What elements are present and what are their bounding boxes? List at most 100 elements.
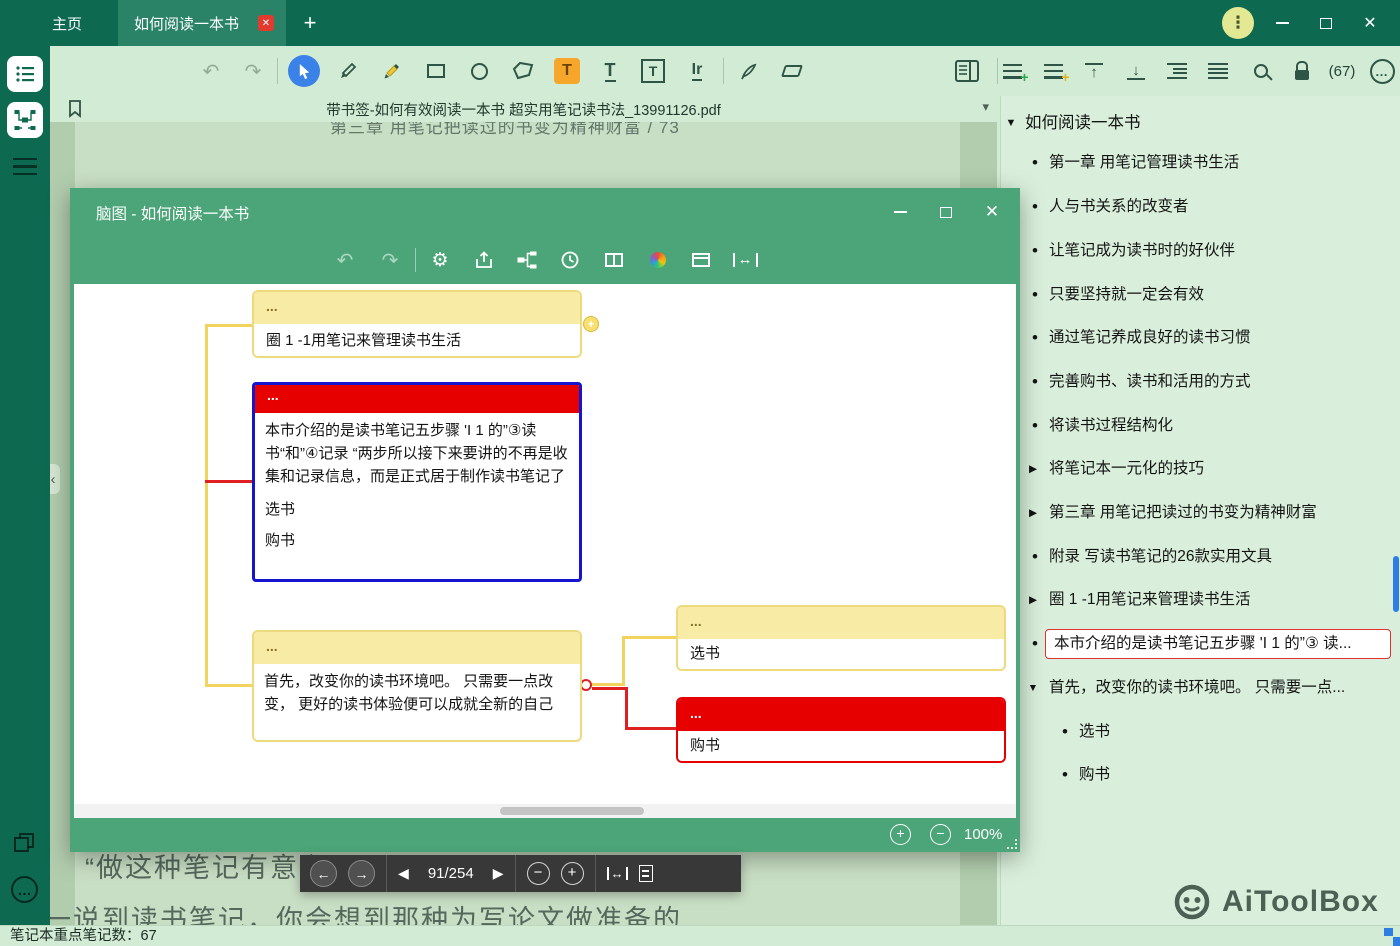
tab-close-icon[interactable]: ✕ xyxy=(258,15,274,31)
outline-item[interactable]: •让笔记成为读书时的好伙伴 xyxy=(1001,236,1400,266)
outline-item[interactable]: ▼首先，改变你的读书环境吧。 只需要一点... xyxy=(1001,673,1400,703)
ellipse-tool-button[interactable] xyxy=(461,53,497,89)
outline-item[interactable]: •附录 写读书笔记的26款实用文具 xyxy=(1001,542,1400,572)
mm-redo-button[interactable]: ↷ xyxy=(372,242,408,278)
title-dropdown-icon[interactable]: ▾ xyxy=(982,99,989,115)
new-tab-button[interactable]: + xyxy=(294,0,326,46)
chevron-right-icon[interactable]: ▶ xyxy=(1025,507,1041,519)
history-forward-button[interactable]: → xyxy=(348,860,375,887)
outline-item[interactable]: •将读书过程结构化 xyxy=(1001,411,1400,441)
more-icon: … xyxy=(1370,59,1395,84)
pen-tool-button[interactable] xyxy=(330,53,366,89)
sidebar-copy-button[interactable] xyxy=(13,832,37,859)
outline-item-selected[interactable]: •本市介绍的是读书笔记五步骤 'I 1 的”③ 读... xyxy=(1001,629,1400,659)
outline-item[interactable]: ▶第三章 用笔记把读过的书变为精神财富 xyxy=(1001,498,1400,528)
text-highlight-tool-button[interactable]: T xyxy=(549,53,585,89)
mindmap-node[interactable]: ... 选书 xyxy=(676,605,1006,671)
mm-undo-button[interactable]: ↶ xyxy=(327,242,363,278)
panel-scrollbar-thumb[interactable] xyxy=(1393,556,1399,612)
resize-grip[interactable] xyxy=(1007,839,1017,849)
tab-document[interactable]: 如何阅读一本书 ✕ xyxy=(118,0,286,46)
lasso-tool-button[interactable] xyxy=(505,53,541,89)
maximize-button[interactable] xyxy=(1306,0,1346,46)
zoom-out-button[interactable]: − xyxy=(527,862,550,885)
export-notes-button[interactable]: ↑ xyxy=(1076,53,1112,89)
mindmap-node[interactable]: ... 购书 xyxy=(676,697,1006,763)
select-tool-button[interactable] xyxy=(288,55,320,87)
add-note-button[interactable]: + xyxy=(994,53,1030,89)
minimize-button[interactable] xyxy=(1262,0,1302,46)
collapse-all-button[interactable] xyxy=(1200,53,1236,89)
tab-home[interactable]: 主页 xyxy=(36,0,98,46)
next-page-button[interactable]: ▶ xyxy=(493,865,504,882)
sidebar-mindmap-button[interactable] xyxy=(7,102,43,138)
mm-history-button[interactable] xyxy=(552,242,588,278)
mindmap-node[interactable]: ... 圈 1 -1用笔记来管理读书生活 xyxy=(252,290,582,358)
redo-button[interactable]: ↷ xyxy=(235,53,271,89)
mindmap-maximize-button[interactable] xyxy=(926,188,966,236)
sidebar-outline-button[interactable] xyxy=(7,56,43,92)
search-notes-button[interactable] xyxy=(1243,53,1279,89)
sidebar-list-button[interactable] xyxy=(13,158,37,175)
outline-root[interactable]: ▼ 如何阅读一本书 xyxy=(1001,108,1400,138)
ink-pen-tool-button[interactable] xyxy=(730,53,766,89)
fit-width-button[interactable]: ↔ xyxy=(607,867,628,880)
mindmap-node-selected[interactable]: ... 本市介绍的是读书笔记五步骤 'I 1 的”③读书“和”④记录 “两步所以… xyxy=(252,382,582,582)
chevron-right-icon[interactable]: ▶ xyxy=(1025,463,1041,475)
text-box-tool-button[interactable]: T xyxy=(635,53,671,89)
text-underline-tool-button[interactable]: T xyxy=(592,53,628,89)
eraser-tool-button[interactable] xyxy=(774,53,810,89)
mm-fit-button[interactable]: ↔ xyxy=(727,242,763,278)
mindmap-canvas[interactable]: + ... 圈 1 -1用笔记来管理读书生活 ... 本市介绍的是读书笔记五步骤… xyxy=(74,284,1016,804)
mindmap-hscrollbar[interactable] xyxy=(74,804,1016,818)
pdf-titlebar[interactable]: 带书签-如何有效阅读一本书 超实用笔记读书法_13991126.pdf ▾ xyxy=(50,96,997,122)
chevron-down-icon[interactable]: ▼ xyxy=(1003,117,1019,129)
assistant-button[interactable]: ⋮ xyxy=(1222,7,1254,39)
outline-item[interactable]: ▶将笔记本一元化的技巧 xyxy=(1001,454,1400,484)
mm-color-button[interactable] xyxy=(640,242,676,278)
eraser-icon xyxy=(781,65,803,77)
mm-zoom-in-button[interactable]: + xyxy=(890,824,911,845)
scrollbar-thumb[interactable] xyxy=(500,807,644,815)
outline-item[interactable]: •购书 xyxy=(1001,760,1400,790)
outline-item[interactable]: ▶圈 1 -1用笔记来管理读书生活 xyxy=(1001,585,1400,615)
chevron-down-icon[interactable]: ▼ xyxy=(1025,682,1041,694)
mm-theme-button[interactable] xyxy=(683,242,719,278)
mm-export-button[interactable] xyxy=(466,242,502,278)
sidebar-more-button[interactable]: … xyxy=(11,876,38,903)
mindmap-titlebar[interactable]: 脑图 - 如何阅读一本书 ✕ xyxy=(70,188,1020,236)
undo-button[interactable]: ↶ xyxy=(193,53,229,89)
chevron-right-icon[interactable]: ▶ xyxy=(1025,594,1041,606)
zoom-in-button[interactable]: + xyxy=(561,862,584,885)
minimize-icon xyxy=(1276,22,1289,24)
import-notes-button[interactable]: ↓ xyxy=(1118,53,1154,89)
mindmap-minimize-button[interactable] xyxy=(880,188,920,236)
outline-item[interactable]: •完善购书、读书和活用的方式 xyxy=(1001,367,1400,397)
reading-panel-button[interactable] xyxy=(949,53,985,89)
outline-item[interactable]: •选书 xyxy=(1001,717,1400,747)
rectangle-tool-button[interactable] xyxy=(418,53,454,89)
cursor-icon xyxy=(297,63,312,80)
history-back-button[interactable]: ← xyxy=(310,860,337,887)
outline-item[interactable]: •只要坚持就一定会有效 xyxy=(1001,280,1400,310)
outline-item[interactable]: •人与书关系的改变者 xyxy=(1001,192,1400,222)
panel-more-button[interactable]: … xyxy=(1364,53,1400,89)
mindmap-node[interactable]: ... 首先，改变你的读书环境吧。 只需要一点改变， 更好的读书体验便可以成就全… xyxy=(252,630,582,742)
outline-item[interactable]: •第一章 用笔记管理读书生活 xyxy=(1001,148,1400,178)
fit-page-button[interactable] xyxy=(639,865,653,882)
prev-page-button[interactable]: ◀ xyxy=(398,865,409,882)
node-header: ... xyxy=(254,632,580,664)
mm-structure-button[interactable] xyxy=(509,242,545,278)
expand-all-button[interactable] xyxy=(1159,53,1195,89)
mindmap-close-button[interactable]: ✕ xyxy=(972,188,1012,236)
mm-layout-button[interactable] xyxy=(596,242,632,278)
close-button[interactable]: ✕ xyxy=(1350,0,1390,46)
add-highlight-note-button[interactable]: + xyxy=(1035,53,1071,89)
add-child-button[interactable]: + xyxy=(583,316,599,332)
outline-item[interactable]: •通过笔记养成良好的读书习惯 xyxy=(1001,323,1400,353)
mm-settings-button[interactable]: ⚙ xyxy=(422,242,458,278)
page-indicator[interactable]: 91/254 xyxy=(420,865,482,882)
highlighter-tool-button[interactable] xyxy=(374,53,410,89)
text-insert-tool-button[interactable]: Ir xyxy=(679,53,715,89)
mm-zoom-out-button[interactable]: − xyxy=(930,824,951,845)
